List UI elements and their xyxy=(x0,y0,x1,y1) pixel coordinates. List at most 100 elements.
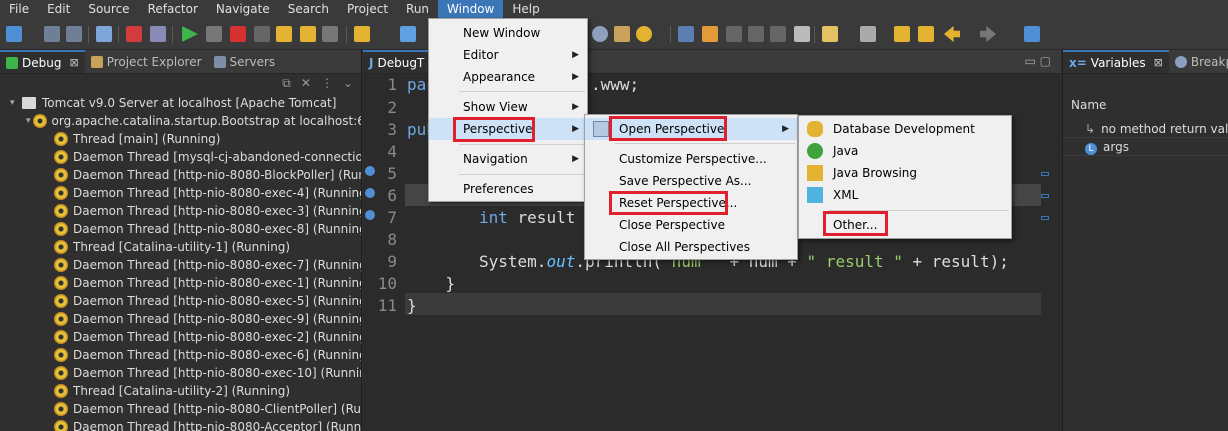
menu-item-reset-perspective[interactable]: Reset Perspective... xyxy=(585,192,797,214)
skip-breakpoints-icon[interactable] xyxy=(126,26,142,42)
open-task-icon[interactable] xyxy=(614,26,630,42)
tab-debug[interactable]: Debug ⊠ xyxy=(0,50,85,73)
menu-item-database-development[interactable]: Database Development xyxy=(799,118,1011,140)
menu-navigate[interactable]: Navigate xyxy=(207,0,279,18)
tree-row-thread[interactable]: Daemon Thread [http-nio-8080-Acceptor] (… xyxy=(0,418,361,431)
block-selection-icon[interactable] xyxy=(726,26,742,42)
menu-item-xml[interactable]: XML xyxy=(799,184,1011,206)
save-icon[interactable] xyxy=(44,26,60,42)
tab-editor-file[interactable]: J DebugT xyxy=(363,50,431,73)
menu-item-show-view[interactable]: Show View ▶ xyxy=(429,96,587,118)
remove-terminated-icon[interactable]: ✕ xyxy=(301,76,311,91)
tree-row-thread[interactable]: Daemon Thread [http-nio-8080-exec-1] (Ru… xyxy=(0,274,361,292)
toggle-mark-occurrences-icon[interactable] xyxy=(678,26,694,42)
open-type-icon[interactable] xyxy=(592,26,608,42)
tree-row-thread[interactable]: Daemon Thread [http-nio-8080-exec-3] (Ru… xyxy=(0,202,361,220)
menu-item-open-perspective[interactable]: Open Perspective ▶ xyxy=(585,118,797,140)
show-whitespace-icon[interactable] xyxy=(770,26,786,42)
next-annotation-icon[interactable] xyxy=(860,26,876,42)
close-icon[interactable]: ⊠ xyxy=(1154,56,1163,69)
menu-refactor[interactable]: Refactor xyxy=(139,0,207,18)
menu-item-navigation[interactable]: Navigation ▶ xyxy=(429,148,587,170)
new-icon[interactable] xyxy=(6,26,22,42)
view-menu-icon[interactable]: ⋮ xyxy=(321,76,333,91)
step-over-icon[interactable] xyxy=(300,26,316,42)
breakpoint-icon[interactable] xyxy=(365,188,375,198)
back-icon[interactable] xyxy=(944,26,960,42)
close-icon[interactable]: ⊠ xyxy=(69,56,78,69)
step-return-icon[interactable] xyxy=(322,26,338,42)
breakpoint-icon[interactable] xyxy=(365,210,375,220)
tab-breakpoints[interactable]: Breakpo xyxy=(1169,50,1228,73)
perspective-switch-icon[interactable] xyxy=(1024,26,1040,42)
menu-run[interactable]: Run xyxy=(397,0,438,18)
overview-marker[interactable] xyxy=(1041,172,1049,176)
tree-row-thread[interactable]: Daemon Thread [http-nio-8080-exec-5] (Ru… xyxy=(0,292,361,310)
tab-variables[interactable]: x= Variables ⊠ xyxy=(1063,50,1169,73)
tree-row-thread[interactable]: Daemon Thread [http-nio-8080-exec-6] (Ru… xyxy=(0,346,361,364)
menu-item-close-perspective[interactable]: Close Perspective xyxy=(585,214,797,236)
minimize-icon[interactable]: ▭ xyxy=(1024,54,1035,68)
tree-row-thread[interactable]: Daemon Thread [http-nio-8080-exec-7] (Ru… xyxy=(0,256,361,274)
menu-item-customize-perspective[interactable]: Customize Perspective... xyxy=(585,148,797,170)
tree-row-server[interactable]: ▾ Tomcat v9.0 Server at localhost [Apach… xyxy=(0,94,361,112)
tree-row-thread[interactable]: Daemon Thread [http-nio-8080-exec-9] (Ru… xyxy=(0,310,361,328)
menu-item-other[interactable]: Other... xyxy=(799,214,1011,236)
menu-file[interactable]: File xyxy=(0,0,38,18)
tree-row-thread[interactable]: Daemon Thread [http-nio-8080-exec-4] (Ru… xyxy=(0,184,361,202)
remove-breakpoints-icon[interactable] xyxy=(150,26,166,42)
overview-marker[interactable] xyxy=(1041,194,1049,198)
tab-servers[interactable]: Servers xyxy=(208,50,282,73)
menu-item-perspective[interactable]: Perspective ▶ xyxy=(429,118,587,140)
menu-item-editor[interactable]: Editor ▶ xyxy=(429,44,587,66)
tree-row-thread[interactable]: Daemon Thread [http-nio-8080-exec-2] (Ru… xyxy=(0,328,361,346)
pin-icon[interactable] xyxy=(918,26,934,42)
tree-row-thread[interactable]: Daemon Thread [http-nio-8080-exec-10] (R… xyxy=(0,364,361,382)
menu-source[interactable]: Source xyxy=(79,0,138,18)
breakpoint-icon[interactable] xyxy=(365,166,375,176)
use-step-filters-icon[interactable] xyxy=(354,26,370,42)
tree-row-thread[interactable]: Thread [main] (Running) xyxy=(0,130,361,148)
tree-row-process[interactable]: ▾ org.apache.catalina.startup.Bootstrap … xyxy=(0,112,361,130)
tree-row-thread[interactable]: Daemon Thread [mysql-cj-abandoned-connec… xyxy=(0,148,361,166)
collapse-all-icon[interactable]: ⧉ xyxy=(282,76,291,91)
search-icon[interactable] xyxy=(636,26,652,42)
tree-row-thread[interactable]: Daemon Thread [http-nio-8080-exec-8] (Ru… xyxy=(0,220,361,238)
menu-window[interactable]: Window xyxy=(438,0,504,18)
menu-item-close-all-perspectives[interactable]: Close All Perspectives xyxy=(585,236,797,258)
column-header-name[interactable]: Name xyxy=(1071,98,1106,112)
terminal-icon[interactable] xyxy=(96,26,112,42)
tree-row-thread[interactable]: Daemon Thread [http-nio-8080-ClientPolle… xyxy=(0,400,361,418)
menu-item-appearance[interactable]: Appearance ▶ xyxy=(429,66,587,88)
terminate-icon[interactable] xyxy=(230,26,246,42)
debug-icon[interactable] xyxy=(400,26,416,42)
forward-icon[interactable] xyxy=(980,26,996,42)
menu-edit[interactable]: Edit xyxy=(38,0,79,18)
last-edit-location-icon[interactable] xyxy=(894,26,910,42)
highlight-icon[interactable] xyxy=(702,26,718,42)
menu-item-java[interactable]: Java xyxy=(799,140,1011,162)
variable-row[interactable]: ↳ no method return valu xyxy=(1063,120,1228,138)
overview-marker[interactable] xyxy=(1041,216,1049,220)
collapse-arrow-icon[interactable]: ▾ xyxy=(26,112,31,130)
variable-row[interactable]: Largs xyxy=(1063,138,1228,156)
collapse-arrow-icon[interactable]: ▾ xyxy=(10,94,20,112)
toggle-word-wrap-icon[interactable] xyxy=(748,26,764,42)
tree-row-thread[interactable]: Daemon Thread [http-nio-8080-BlockPoller… xyxy=(0,166,361,184)
suspend-icon[interactable] xyxy=(206,26,222,42)
menu-project[interactable]: Project xyxy=(338,0,397,18)
paragraph-icon[interactable] xyxy=(794,26,810,42)
menu-item-preferences[interactable]: Preferences xyxy=(429,178,587,200)
menu-item-java-browsing[interactable]: Java Browsing xyxy=(799,162,1011,184)
annotation-icon[interactable] xyxy=(822,26,838,42)
chevron-down-icon[interactable]: ⌄ xyxy=(343,76,353,91)
tree-row-thread[interactable]: Thread [Catalina-utility-2] (Running) xyxy=(0,382,361,400)
maximize-icon[interactable]: ▢ xyxy=(1040,54,1051,68)
menu-search[interactable]: Search xyxy=(279,0,338,18)
disconnect-icon[interactable] xyxy=(254,26,270,42)
menu-item-save-perspective-as[interactable]: Save Perspective As... xyxy=(585,170,797,192)
tab-project-explorer[interactable]: Project Explorer xyxy=(85,50,208,73)
resume-icon[interactable] xyxy=(182,26,198,42)
save-all-icon[interactable] xyxy=(66,26,82,42)
menu-help[interactable]: Help xyxy=(503,0,548,18)
